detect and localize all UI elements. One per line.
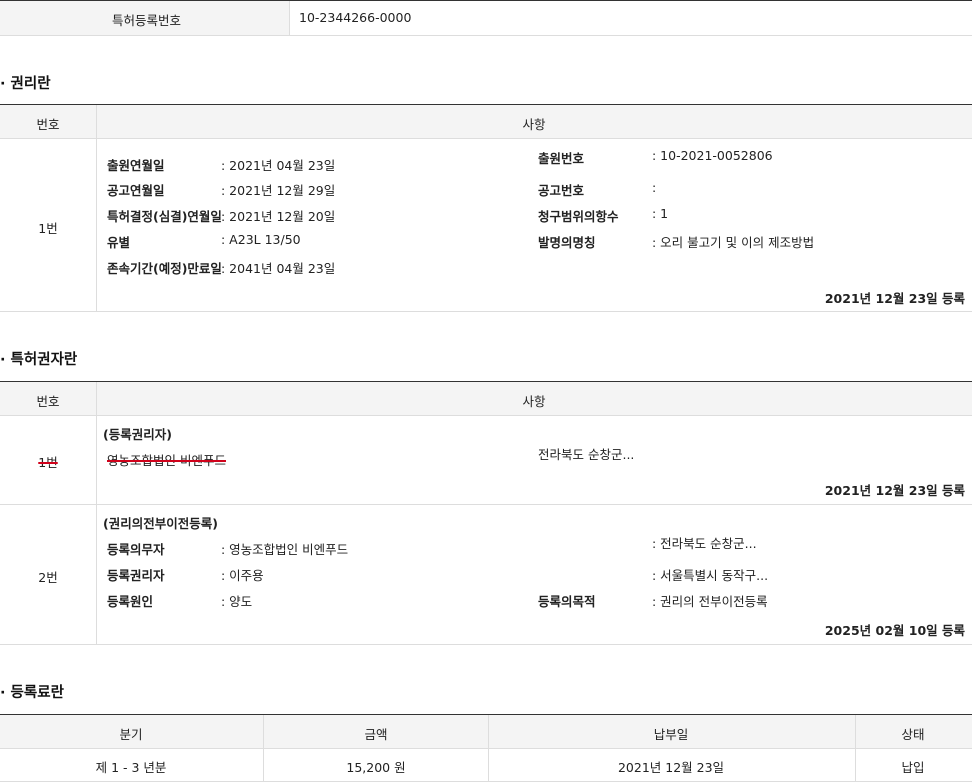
field-value: : 전라북도 순창군... — [652, 536, 757, 551]
field-value: : 2021년 04월 23일 — [221, 158, 336, 173]
field-label: 공고연월일 — [107, 183, 165, 198]
divider — [0, 311, 972, 312]
divider — [855, 715, 856, 782]
fee-status: 납입 — [901, 760, 925, 775]
divider — [0, 415, 972, 416]
fee-period: 제 1 - 3 년분 — [95, 760, 167, 775]
rights-header-number: 번호 — [36, 117, 60, 132]
fees-header-paid-date: 납부일 — [653, 727, 689, 742]
divider — [0, 138, 972, 139]
field-label: 특허결정(심결)연월일 — [107, 209, 222, 224]
divider — [96, 382, 97, 644]
divider — [0, 748, 972, 749]
fee-paid-date: 2021년 12월 23일 — [617, 760, 725, 775]
field-label: 발명의명칭 — [538, 235, 596, 250]
holder-heading: (등록권리자) — [103, 427, 172, 442]
field-label: 존속기간(예정)만료일 — [107, 261, 222, 276]
holder-row-number-struck: 1번 — [38, 455, 58, 470]
field-label: 등록의목적 — [538, 594, 596, 609]
field-value: : 이주용 — [221, 568, 264, 583]
rights-section-title: · 권리란 — [0, 76, 51, 92]
field-label: 출원번호 — [538, 151, 585, 166]
field-value: : 권리의 전부이전등록 — [652, 594, 768, 609]
field-value: : 서울특별시 동작구... — [652, 568, 769, 583]
field-label: 공고번호 — [538, 183, 585, 198]
holders-section-title: · 특허권자란 — [0, 352, 78, 368]
rights-row-number: 1번 — [38, 221, 58, 236]
registration-date: 2025년 02월 10일 등록 — [824, 623, 965, 638]
fees-header-amount: 금액 — [364, 727, 388, 742]
fees-header-status: 상태 — [901, 727, 925, 742]
registration-date: 2021년 12월 23일 등록 — [824, 483, 965, 498]
field-label: 유별 — [107, 235, 131, 250]
field-value: : A23L 13/50 — [221, 232, 301, 247]
divider — [289, 1, 290, 35]
holder-name-struck: 영농조합법인 비엔푸드 — [107, 453, 226, 468]
field-value: : — [652, 180, 657, 195]
divider — [0, 381, 972, 382]
rights-header-matter: 사항 — [522, 117, 546, 132]
field-value: : 2041년 04월 23일 — [221, 261, 336, 276]
field-label: 등록원인 — [107, 594, 154, 609]
patent-reg-value: 10-2344266-0000 — [299, 10, 412, 25]
divider — [0, 714, 972, 715]
field-value: : 영농조합법인 비엔푸드 — [221, 542, 349, 557]
field-value: : 오리 불고기 및 이의 제조방법 — [652, 235, 815, 250]
fee-amount: 15,200 원 — [346, 760, 406, 775]
divider — [0, 0, 972, 1]
field-label: 청구범위의항수 — [538, 209, 619, 224]
divider — [263, 715, 264, 782]
holders-header-row — [0, 382, 972, 415]
rights-header-row — [0, 105, 972, 138]
field-value: : 양도 — [221, 594, 253, 609]
divider — [0, 504, 972, 505]
field-label: 출원연월일 — [107, 158, 165, 173]
registration-date: 2021년 12월 23일 등록 — [824, 291, 965, 306]
field-value: : 10-2021-0052806 — [652, 148, 773, 163]
holders-header-number: 번호 — [36, 394, 60, 409]
divider — [488, 715, 489, 782]
divider — [0, 644, 972, 645]
field-label: 등록권리자 — [107, 568, 165, 583]
holder-row-number: 2번 — [38, 570, 58, 585]
field-value: : 2021년 12월 20일 — [221, 209, 336, 224]
holder-address: 전라북도 순창군... — [538, 447, 635, 462]
field-label: 등록의무자 — [107, 542, 165, 557]
patent-reg-label: 특허등록번호 — [112, 13, 182, 28]
divider — [0, 104, 972, 105]
divider — [96, 105, 97, 311]
transfer-heading: (권리의전부이전등록) — [103, 516, 218, 531]
fees-section-title: · 등록료란 — [0, 685, 64, 701]
field-value: : 1 — [652, 206, 669, 221]
divider — [0, 35, 972, 36]
field-value: : 2021년 12월 29일 — [221, 183, 336, 198]
fees-header-period: 분기 — [119, 727, 143, 742]
holders-header-matter: 사항 — [522, 394, 546, 409]
fees-header-row — [0, 715, 972, 748]
